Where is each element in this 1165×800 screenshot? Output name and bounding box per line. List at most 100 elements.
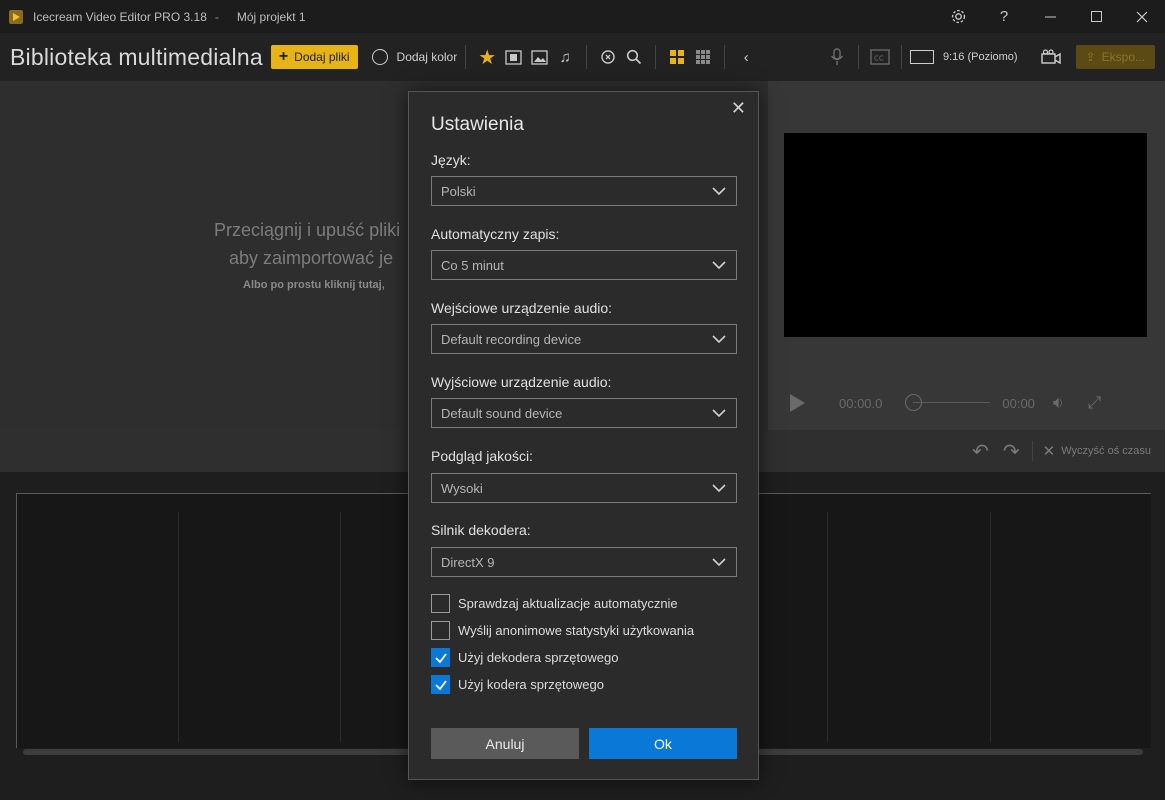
dropzone-click-hint[interactable]: Albo po prostu kliknij tutaj, — [243, 279, 385, 291]
palette-icon — [371, 49, 388, 65]
send-stats-option[interactable]: Wyślij anonimowe statystyki użytkowania — [431, 621, 694, 640]
language-value: Polski — [441, 183, 476, 199]
maximize-icon — [1090, 11, 1102, 22]
hw-decoder-checkbox[interactable] — [431, 648, 450, 667]
search-icon[interactable] — [621, 44, 647, 70]
check-updates-option[interactable]: Sprawdzaj aktualizacje automatycznie — [431, 594, 678, 613]
clear-filter-icon[interactable] — [595, 44, 621, 70]
image-filter-icon[interactable] — [526, 44, 552, 70]
seek-handle[interactable] — [905, 394, 922, 411]
chevron-down-icon — [712, 558, 726, 567]
check-updates-label: Sprawdzaj aktualizacje automatycznie — [458, 596, 678, 611]
timeline-actions: ↶ ↷ ✕ Wyczyść oś czasu — [972, 430, 1151, 472]
timeline-gridline — [178, 512, 179, 742]
decoder-engine-select[interactable]: DirectX 9 — [431, 547, 737, 577]
decoder-engine-label: Silnik dekodera: — [431, 522, 531, 538]
toolbar-divider — [857, 45, 859, 69]
music-filter-icon[interactable]: ♫ — [552, 44, 578, 70]
add-color-button[interactable]: Dodaj kolor — [371, 49, 458, 65]
video-preview — [784, 133, 1147, 337]
check-updates-checkbox[interactable] — [431, 594, 450, 613]
decoder-engine-value: DirectX 9 — [441, 554, 495, 570]
audio-output-label: Wyjściowe urządzenie audio: — [431, 374, 612, 390]
checkmark-icon — [434, 679, 447, 690]
autosave-select[interactable]: Co 5 minut — [431, 250, 737, 280]
seek-bar[interactable] — [913, 402, 990, 403]
aspect-ratio-label[interactable]: 9:16 (Poziomo) — [943, 51, 1018, 63]
clear-timeline-label[interactable]: Wyczyść oś czasu — [1061, 445, 1151, 457]
export-button[interactable]: ⇪ Ekspo... — [1075, 45, 1155, 69]
hw-decoder-label: Użyj dekodera sprzętowego — [458, 650, 619, 665]
send-stats-checkbox[interactable] — [431, 621, 450, 640]
language-label: Język: — [431, 152, 471, 168]
audio-output-value: Default sound device — [441, 405, 563, 421]
send-stats-label: Wyślij anonimowe statystyki użytkowania — [458, 623, 695, 638]
hw-decoder-option[interactable]: Użyj dekodera sprzętowego — [431, 648, 618, 667]
chevron-down-icon — [712, 187, 726, 196]
minimize-button[interactable] — [1027, 0, 1073, 33]
camera-icon[interactable] — [1038, 44, 1064, 70]
preview-quality-value: Wysoki — [441, 480, 483, 496]
volume-icon[interactable]: 🔉︎ — [1053, 393, 1064, 413]
maximize-button[interactable] — [1073, 0, 1119, 33]
toolbar-divider — [586, 45, 588, 69]
audio-output-select[interactable]: Default sound device — [431, 398, 737, 428]
cancel-button[interactable]: Anuluj — [431, 728, 579, 759]
add-files-button[interactable]: + Dodaj pliki — [270, 45, 358, 69]
preview-quality-select[interactable]: Wysoki — [431, 473, 737, 503]
preview-quality-label: Podgląd jakości: — [431, 448, 533, 464]
title-separator: - — [214, 9, 219, 24]
timeline-divider — [1031, 441, 1033, 461]
microphone-icon[interactable] — [824, 44, 850, 70]
plus-icon: + — [278, 48, 289, 65]
autosave-label: Automatyczny zapis: — [431, 226, 560, 242]
audio-input-label: Wejściowe urządzenie audio: — [431, 300, 613, 316]
dialog-title: Ustawienia — [431, 114, 524, 135]
checkmark-icon — [434, 652, 447, 663]
star-filter-icon[interactable]: ★ — [474, 44, 500, 70]
video-filter-icon[interactable] — [500, 44, 526, 70]
collapse-panel-icon[interactable]: ‹ — [733, 44, 759, 70]
current-time: 00:00.0 — [839, 395, 883, 411]
export-label: Ekspo... — [1101, 50, 1145, 64]
grid-large-view-icon[interactable] — [664, 44, 690, 70]
subtitles-icon[interactable]: CC — [867, 44, 893, 70]
hw-encoder-label: Użyj kodera sprzętowego — [458, 677, 604, 692]
chevron-down-icon — [712, 409, 726, 418]
chevron-down-icon — [712, 335, 726, 344]
settings-dialog: ✕ Ustawienia Język: Polski Automatyczny … — [408, 91, 759, 780]
chevron-down-icon — [712, 261, 726, 270]
timeline-gridline — [340, 512, 341, 742]
timeline-gridline — [827, 512, 828, 742]
project-name: Mój projekt 1 — [236, 9, 306, 24]
toolbar-divider — [724, 45, 726, 69]
add-files-label: Dodaj pliki — [294, 50, 350, 64]
hw-encoder-option[interactable]: Użyj kodera sprzętowego — [431, 675, 604, 694]
redo-icon[interactable]: ↷ — [1003, 439, 1020, 464]
close-window-button[interactable] — [1119, 0, 1165, 33]
dropzone-text-line2: aby zaimportować je — [229, 248, 394, 268]
undo-icon[interactable]: ↶ — [972, 439, 989, 464]
dropzone-text-line1: Przeciągnij i upuść pliki — [214, 220, 401, 240]
fullscreen-icon[interactable]: ⤢ — [1088, 393, 1102, 413]
play-icon[interactable] — [790, 394, 805, 412]
audio-input-select[interactable]: Default recording device — [431, 324, 737, 354]
hw-encoder-checkbox[interactable] — [431, 675, 450, 694]
add-color-label: Dodaj kolor — [396, 50, 458, 64]
gear-icon — [951, 9, 965, 24]
help-button[interactable]: ? — [981, 0, 1027, 33]
language-select[interactable]: Polski — [431, 176, 737, 206]
aspect-ratio-icon[interactable] — [909, 50, 934, 64]
toolbar-divider — [465, 45, 467, 69]
chevron-down-icon — [712, 484, 726, 493]
svg-text:CC: CC — [874, 55, 884, 63]
total-time: 00:00 — [1002, 395, 1035, 411]
grid-small-view-icon[interactable] — [690, 44, 716, 70]
close-dialog-icon[interactable]: ✕ — [731, 98, 746, 119]
ok-button[interactable]: Ok — [589, 728, 737, 759]
app-title: Icecream Video Editor PRO 3.18 — [33, 9, 207, 24]
clear-timeline-icon[interactable]: ✕ — [1043, 442, 1056, 460]
timeline-gridline — [990, 512, 991, 742]
settings-button[interactable] — [935, 0, 981, 33]
toolbar-divider — [655, 45, 657, 69]
